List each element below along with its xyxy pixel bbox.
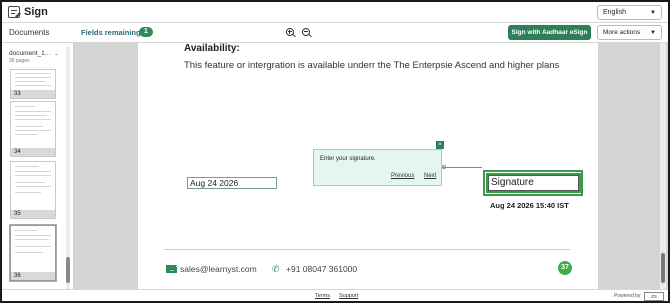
document-viewer: Availability: This feature or intergrati… bbox=[74, 43, 668, 289]
footer-phone: +91 08047 361000 bbox=[286, 264, 358, 274]
phone-icon: ✆ bbox=[272, 264, 280, 274]
language-select[interactable]: English ▼ bbox=[597, 5, 662, 20]
top-header: Sign English ▼ bbox=[2, 2, 668, 23]
thumbnail-page-number: 36 bbox=[11, 272, 55, 280]
document-page: Availability: This feature or intergrati… bbox=[138, 43, 598, 289]
date-field[interactable]: Aug 24 2026 bbox=[187, 177, 277, 189]
fields-remaining-badge: 1 bbox=[139, 27, 153, 37]
page-thumbnail[interactable]: 33 bbox=[10, 69, 56, 99]
page-count: 36 pages bbox=[9, 58, 30, 64]
documents-title: Documents bbox=[9, 28, 50, 37]
section-heading: Availability: bbox=[184, 43, 240, 54]
page-thumbnail[interactable]: 34 bbox=[10, 101, 56, 157]
sidebar-scroll-thumb[interactable] bbox=[66, 257, 70, 283]
support-link[interactable]: Support bbox=[339, 293, 358, 299]
footer-divider bbox=[164, 249, 570, 250]
chevron-down-icon: ⌄ bbox=[54, 51, 59, 57]
bottom-bar: Terms Support Powered by ZS bbox=[2, 289, 668, 301]
page-thumbnail[interactable]: 35 bbox=[10, 161, 56, 219]
signature-timestamp: Aug 24 2026 15:40 IST bbox=[490, 201, 569, 210]
thumbnail-page-number: 33 bbox=[11, 90, 55, 98]
more-actions-button[interactable]: More actions ▼ bbox=[597, 25, 662, 40]
app-title: Sign bbox=[24, 6, 48, 18]
document-selector[interactable]: document_1... ⌄ bbox=[9, 50, 58, 57]
thumbnail-page-number: 35 bbox=[11, 210, 55, 218]
viewer-scrollbar[interactable] bbox=[660, 43, 666, 289]
sidebar-scrollbar[interactable] bbox=[66, 47, 70, 289]
sign-with-aadhaar-button[interactable]: Sign with Aadhaar eSign bbox=[508, 25, 591, 40]
section-body: This feature or intergration is availabl… bbox=[184, 60, 560, 71]
page-number-badge: 37 bbox=[558, 261, 572, 275]
fields-remaining-label: Fields remaining: bbox=[81, 28, 144, 37]
signature-prompt-popover: Enter your signature. Previous Next bbox=[313, 149, 442, 186]
close-icon[interactable]: × bbox=[436, 141, 444, 149]
chevron-down-icon: ▼ bbox=[650, 30, 656, 36]
connector-line bbox=[442, 167, 482, 168]
mail-icon bbox=[166, 265, 177, 273]
terms-link[interactable]: Terms bbox=[315, 293, 330, 299]
signature-field[interactable]: Signature bbox=[488, 175, 579, 191]
more-actions-label: More actions bbox=[603, 29, 641, 36]
viewer-scroll-thumb[interactable] bbox=[661, 253, 665, 283]
next-link[interactable]: Next bbox=[424, 173, 436, 179]
zoho-sign-logo: ZS bbox=[644, 292, 664, 301]
language-value: English bbox=[603, 9, 626, 16]
popover-message: Enter your signature. bbox=[320, 156, 376, 162]
previous-link[interactable]: Previous bbox=[391, 173, 414, 179]
document-name: document_1... bbox=[9, 50, 51, 57]
app-frame: Sign English ▼ Documents Fields remainin… bbox=[0, 0, 670, 303]
page-thumbnail-active[interactable]: 36 bbox=[10, 225, 56, 281]
toolbar: Documents Fields remaining: 1 Sign with … bbox=[2, 23, 668, 43]
document-sign-icon bbox=[8, 6, 21, 18]
zoom-out-icon[interactable] bbox=[302, 28, 312, 38]
chevron-down-icon: ▼ bbox=[650, 10, 656, 16]
zoom-in-icon[interactable] bbox=[286, 28, 296, 38]
footer-email: sales@learnyst.com bbox=[180, 264, 257, 274]
powered-by-label: Powered by bbox=[614, 293, 641, 299]
thumbnail-page-number: 34 bbox=[11, 148, 55, 156]
documents-sidebar: document_1... ⌄ 36 pages 33 34 35 36 bbox=[2, 43, 74, 289]
